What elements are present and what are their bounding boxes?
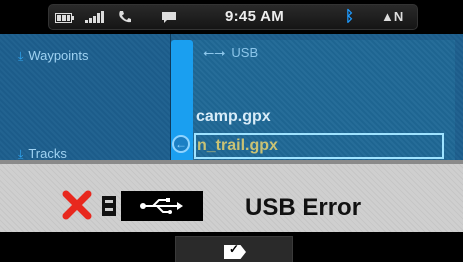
battery-icon	[55, 13, 74, 23]
ok-button[interactable]	[175, 236, 293, 262]
file-item-selected[interactable]: n_trail.gpx	[194, 133, 444, 159]
sidebar: ⤓ Waypoints ⤓ Tracks	[0, 34, 171, 161]
back-arrow-icon: ←	[175, 137, 187, 151]
sidebar-item-waypoints[interactable]: ⤓ Waypoints	[18, 48, 89, 64]
clock-time: 9:45 AM	[225, 8, 285, 25]
bottom-bar	[0, 232, 463, 262]
breadcrumb-label: USB	[231, 45, 259, 60]
error-message: USB Error	[245, 194, 362, 221]
sidebar-item-label: Tracks	[28, 146, 67, 161]
compass-icon: ▲	[381, 9, 394, 24]
error-x-icon	[62, 190, 92, 220]
drive-icon	[102, 196, 116, 216]
file-item[interactable]: camp.gpx	[196, 108, 271, 126]
status-bar-pill: 9:45 AM ᛒ ▲N	[48, 4, 418, 30]
compass-indicator: ▲N	[381, 9, 403, 24]
compass-heading: N	[393, 9, 404, 24]
download-icon: ⤓	[18, 49, 24, 63]
error-dialog: USB Error	[0, 160, 463, 232]
ok-check-icon	[224, 245, 246, 259]
file-browser: ⤓ Waypoints ⤓ Tracks ← ⭠⭢ USB camp.gpx n_tr…	[0, 34, 463, 161]
usb-icon: ⭠⭢	[203, 44, 226, 60]
status-bar: 9:45 AM ᛒ ▲N	[0, 0, 463, 34]
usb-icon	[121, 191, 203, 221]
file-list: ⭠⭢ USB camp.gpx n_trail.gpx	[193, 40, 455, 160]
download-icon: ⤓	[18, 147, 24, 161]
signal-icon	[85, 11, 104, 23]
back-button[interactable]: ←	[172, 135, 190, 153]
bluetooth-icon: ᛒ	[345, 8, 355, 25]
message-icon	[162, 12, 176, 23]
breadcrumb: ⭠⭢ USB	[203, 44, 258, 61]
phone-icon	[119, 11, 131, 23]
sidebar-item-label: Waypoints	[28, 48, 89, 63]
